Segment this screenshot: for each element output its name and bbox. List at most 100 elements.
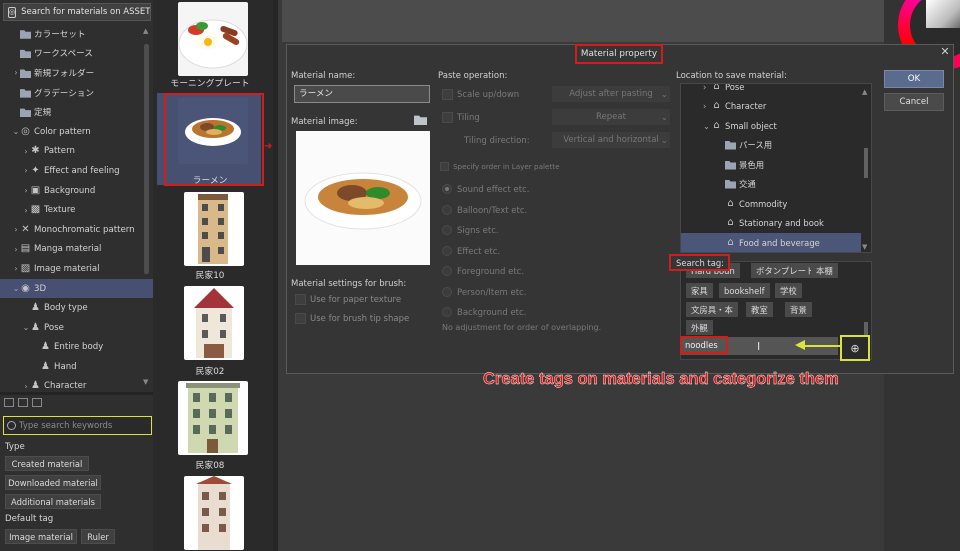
downloaded-material-button[interactable]: Downloaded material [5,475,101,490]
chevron-right-icon[interactable]: › [12,225,20,234]
order-radio[interactable] [442,225,452,235]
location-item[interactable]: › ⌂ Character [681,96,861,115]
tree-scrollbar[interactable] [144,44,149,274]
tag-chip[interactable]: 家具 [686,283,713,298]
tree-item[interactable]: ♟ Body type [0,298,153,318]
tree-item[interactable]: ♟ Entire body [0,338,153,358]
tag-chip[interactable]: 外観 [686,320,713,335]
location-item[interactable]: ⌂ Commodity [681,194,861,213]
chevron-right-icon[interactable]: › [22,166,30,175]
ok-button[interactable]: OK [884,70,944,88]
location-item[interactable]: 交通 [681,174,861,193]
chevron-right-icon[interactable]: › [22,382,30,388]
chevron-down-icon[interactable]: ⌄ [12,284,20,293]
add-tag-button[interactable]: ⊕ [840,335,870,361]
chevron-down-icon[interactable]: ⌄ [703,121,711,131]
tree-item[interactable]: ⌄ ♟ Pose [0,318,153,338]
chevron-right-icon[interactable]: › [703,101,711,111]
tag-chip[interactable]: 本棚 [811,263,838,278]
location-item[interactable]: › ⌂ Pose [681,84,861,96]
thumbnail-house-08[interactable]: 民家08 [157,381,263,473]
thumbnail-house-02[interactable]: 民家02 [157,286,263,378]
tree-scroll-down-icon[interactable]: ▼ [143,378,151,388]
paper-texture-checkbox[interactable] [295,294,306,305]
add-folder-icon[interactable] [18,398,28,407]
tag-scrollbar[interactable] [864,322,868,336]
location-scroll-down-icon[interactable]: ▼ [862,243,867,251]
chevron-right-icon[interactable]: › [12,245,20,254]
tag-image-material-button[interactable]: Image material [5,529,77,544]
chevron-right-icon[interactable]: › [22,147,30,156]
tree-item[interactable]: › 新規フォルダー [0,63,153,83]
thumbnail-house-10[interactable]: 民家10 [157,190,263,282]
tag-chip[interactable]: 文房具・本 [686,302,738,317]
keyword-placeholder: Type search keywords [19,420,113,431]
tree-item[interactable]: › ▤ Manga material [0,240,153,260]
tree-scroll-up-icon[interactable]: ▲ [143,27,151,37]
location-item[interactable]: ⌄ ⌂ Small object [681,116,861,135]
specify-order-checkbox[interactable] [440,162,449,171]
created-material-button[interactable]: Created material [5,456,89,471]
additional-materials-button[interactable]: Additional materials [5,494,101,509]
thumbnail-house-extra[interactable] [157,476,263,551]
chevron-right-icon[interactable]: › [12,264,20,273]
cancel-button[interactable]: Cancel [884,93,944,111]
thumbnail-morning-plate[interactable]: モーニングプレート [157,0,263,92]
order-radio[interactable] [442,287,452,297]
location-scroll-up-icon[interactable]: ▲ [862,88,867,96]
tree-item-label: Character [44,381,87,388]
tag-chip[interactable]: ボタンプレート [751,263,820,278]
tree-item[interactable]: ⌄ ◎ Color pattern [0,122,153,142]
tree-item[interactable]: › ♟ Character [0,377,153,388]
order-radio[interactable] [442,205,452,215]
brush-tip-checkbox[interactable] [295,313,306,324]
location-item[interactable]: パース用 [681,135,861,154]
tag-ruler-button[interactable]: Ruler [81,529,115,544]
order-radio[interactable] [442,307,452,317]
folder-icon [725,180,736,189]
chevron-right-icon[interactable]: › [12,68,20,77]
location-scrollbar[interactable] [864,148,868,178]
color-picker-square[interactable] [926,0,960,28]
tree-item[interactable]: › ▣ Background [0,181,153,201]
panel-divider[interactable] [0,392,153,395]
tree-item[interactable]: 定規 [0,102,153,122]
scale-dropdown[interactable]: Adjust after pasting [552,86,670,102]
tag-chip[interactable]: 学校 [775,283,802,298]
tree-item[interactable]: ワークスペース [0,44,153,64]
search-assets-button[interactable]: ◎ Search for materials on ASSETS [3,3,151,21]
material-name-input[interactable]: ラーメン [294,85,430,103]
close-icon[interactable]: ✕ [939,46,951,58]
order-radio[interactable] [442,266,452,276]
tag-chip[interactable]: 背景 [785,302,812,317]
location-item[interactable]: ⌂ Food and beverage [681,233,861,252]
tree-item[interactable]: › ▩ Texture [0,200,153,220]
location-item[interactable]: 景色用 [681,155,861,174]
new-folder-icon[interactable] [4,398,14,407]
chevron-right-icon[interactable]: › [703,84,711,92]
tree-item[interactable]: › ✱ Pattern [0,142,153,162]
tree-item[interactable]: グラデーション [0,83,153,103]
tree-item[interactable]: ⌄ ◉ 3D [0,278,153,299]
chevron-right-icon[interactable]: › [22,206,30,215]
tiling-checkbox[interactable] [442,112,453,123]
location-item[interactable]: ⌂ Stationary and book [681,213,861,232]
tree-item[interactable]: › ✦ Effect and feeling [0,161,153,181]
tiling-direction-dropdown[interactable]: Vertical and horizontal [552,132,670,148]
tag-chip[interactable]: 教室 [746,302,773,317]
chevron-right-icon[interactable]: › [22,186,30,195]
tiling-dropdown[interactable]: Repeat [552,109,670,125]
tag-chip[interactable]: bookshelf [719,283,770,298]
tree-item[interactable]: カラーセット [0,24,153,44]
chevron-down-icon[interactable]: ⌄ [22,323,30,332]
tree-item[interactable]: › ▨ Image material [0,259,153,279]
edit-folder-icon[interactable] [32,398,42,407]
tree-item[interactable]: › ✕ Monochromatic pattern [0,220,153,240]
tag-input-value[interactable]: noodles [680,336,728,354]
order-radio[interactable] [442,184,452,194]
tree-item[interactable]: ♟ Hand [0,357,153,377]
order-radio[interactable] [442,246,452,256]
scale-checkbox[interactable] [442,89,453,100]
chevron-down-icon[interactable]: ⌄ [12,127,20,136]
keyword-search-input[interactable]: Type search keywords [3,416,152,435]
